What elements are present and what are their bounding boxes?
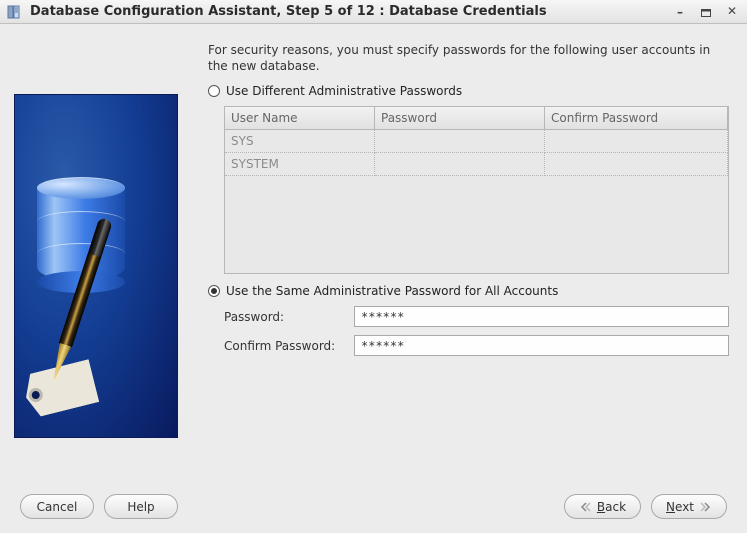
option-same-password: Use the Same Administrative Password for…: [208, 284, 729, 356]
back-rest: ack: [605, 500, 626, 514]
titlebar: Database Configuration Assistant, Step 5…: [0, 0, 747, 24]
password-label: Password:: [224, 310, 348, 324]
radio-same-password[interactable]: [208, 285, 220, 297]
confirm-password-input[interactable]: ******: [354, 335, 729, 356]
app-icon: [6, 4, 22, 20]
cancel-button[interactable]: Cancel: [20, 494, 94, 519]
col-password: Password: [375, 107, 545, 130]
credentials-table: User Name Password Confirm Password SYS …: [224, 106, 729, 274]
cell-confirm[interactable]: [545, 130, 728, 153]
radio-different-passwords[interactable]: [208, 85, 220, 97]
password-input[interactable]: ******: [354, 306, 729, 327]
wizard-graphic: [14, 94, 178, 438]
cell-user: SYSTEM: [225, 153, 375, 176]
cell-password[interactable]: [375, 130, 545, 153]
help-button[interactable]: Help: [104, 494, 178, 519]
next-mnemonic: N: [666, 500, 675, 514]
back-button[interactable]: Back: [564, 494, 641, 519]
chevron-right-icon: [700, 502, 712, 512]
back-mnemonic: B: [597, 500, 605, 514]
close-icon[interactable]: ✕: [723, 4, 741, 20]
radio-same-label: Use the Same Administrative Password for…: [226, 284, 558, 298]
maximize-icon[interactable]: [697, 4, 715, 20]
next-rest: ext: [675, 500, 694, 514]
chevron-left-icon: [579, 502, 591, 512]
cell-confirm[interactable]: [545, 153, 728, 176]
table-row: SYS: [225, 130, 728, 153]
option-different-passwords: Use Different Administrative Passwords U…: [208, 84, 729, 274]
footer: Cancel Help Back Next: [0, 486, 747, 533]
main-panel: For security reasons, you must specify p…: [208, 34, 729, 480]
cell-password[interactable]: [375, 153, 545, 176]
table-row: SYSTEM: [225, 153, 728, 176]
confirm-password-label: Confirm Password:: [224, 339, 348, 353]
next-button[interactable]: Next: [651, 494, 727, 519]
table-header: User Name Password Confirm Password: [225, 107, 728, 130]
radio-different-label: Use Different Administrative Passwords: [226, 84, 462, 98]
window-body: For security reasons, you must specify p…: [0, 24, 747, 533]
page-title: Database Configuration Assistant, Step 5…: [30, 4, 663, 19]
cell-user: SYS: [225, 130, 375, 153]
col-confirm: Confirm Password: [545, 107, 728, 130]
intro-text: For security reasons, you must specify p…: [208, 42, 729, 74]
col-user: User Name: [225, 107, 375, 130]
minimize-icon[interactable]: –: [671, 4, 689, 20]
wizard-side-panel: [14, 34, 178, 480]
